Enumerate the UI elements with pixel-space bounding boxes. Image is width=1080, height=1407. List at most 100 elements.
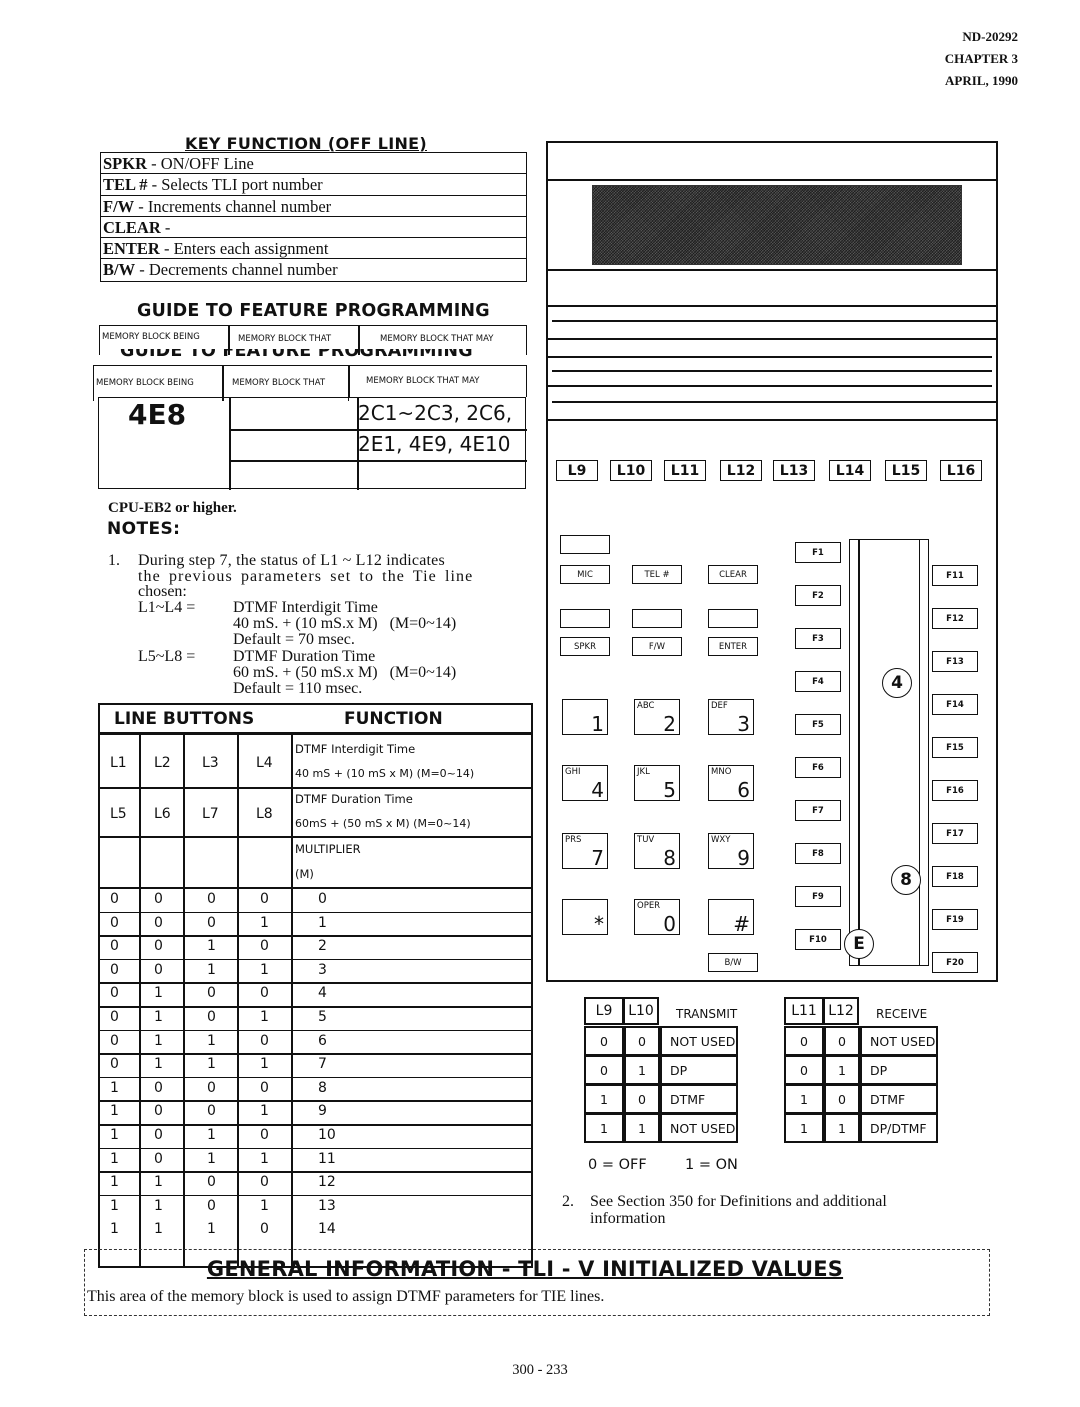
bit-cell: 0 — [784, 1026, 824, 1056]
note-line: See Section 350 for Definitions and addi… — [590, 1193, 887, 1210]
line-buttons-table: LINE BUTTONS FUNCTION L1 L2 L3 L4 DTMF I… — [98, 703, 533, 1268]
f-key-f10[interactable]: F10 — [795, 929, 841, 950]
line-key-l15[interactable]: L15 — [885, 460, 927, 481]
f-key-f11[interactable]: F11 — [932, 565, 978, 586]
l1-l4-line: 40 mS. + (10 mS.x M) (M=0~14) — [233, 615, 457, 632]
f-key-f3[interactable]: F3 — [795, 628, 841, 649]
f-key-f5[interactable]: F5 — [795, 714, 841, 735]
multiplier-bit: 1 — [154, 1032, 163, 1049]
doc-number: ND-20292 — [962, 29, 1018, 44]
dial-key[interactable]: GHI 4 — [562, 765, 608, 802]
general-info-title: GENERAL INFORMATION - TLI - V INITIALIZE… — [206, 1257, 844, 1281]
multiplier-bit: 1 — [207, 1056, 216, 1073]
f-key-f20[interactable]: F20 — [932, 952, 978, 973]
dial-key[interactable]: * — [562, 899, 608, 936]
f-key-f12[interactable]: F12 — [932, 608, 978, 629]
multiplier-value: 11 — [318, 1150, 336, 1167]
f-key-f14[interactable]: F14 — [932, 694, 978, 715]
mode-cell: NOT USED — [860, 1026, 938, 1056]
guide-title-duplicate: GUIDE TO FEATURE PROGRAMMING — [120, 349, 473, 358]
line-key-l9[interactable]: L9 — [556, 460, 598, 481]
function-text: MULTIPLIER — [295, 842, 361, 856]
f-key-f15[interactable]: F15 — [932, 737, 978, 758]
f-key-f7[interactable]: F7 — [795, 800, 841, 821]
f-key-f13[interactable]: F13 — [932, 651, 978, 672]
multiplier-bit: 0 — [154, 914, 163, 931]
f-key-f4[interactable]: F4 — [795, 671, 841, 692]
line-key-l14[interactable]: L14 — [829, 460, 871, 481]
multiplier-bit: 1 — [154, 1009, 163, 1025]
multiplier-value: 14 — [318, 1221, 336, 1238]
key-bw[interactable]: B/W — [708, 953, 758, 972]
note-number: 2. — [562, 1193, 574, 1210]
legend-off: 0 = OFF — [588, 1157, 647, 1173]
multiplier-value: 3 — [318, 961, 327, 978]
multiplier-value: 4 — [318, 985, 327, 1002]
line-key-l11[interactable]: L11 — [664, 460, 706, 481]
bit-cell: 0 — [824, 1026, 860, 1056]
line-key-l12[interactable]: L12 — [720, 460, 762, 481]
key-fw[interactable]: F/W — [632, 637, 682, 656]
multiplier-bit: 0 — [110, 938, 119, 955]
key-enter[interactable]: ENTER — [708, 637, 758, 656]
dial-key-number: 4 — [591, 778, 604, 802]
dial-key[interactable]: 1 — [562, 699, 608, 736]
f-key-f17[interactable]: F17 — [932, 823, 978, 844]
key-desc: - Selects TLI port number — [147, 175, 323, 195]
l1-l4-line: Default = 70 msec. — [233, 631, 355, 648]
key-tel[interactable]: TEL # — [632, 565, 682, 584]
bit-cell: 1 — [784, 1113, 824, 1143]
f-key-f8[interactable]: F8 — [795, 843, 841, 864]
l5-l8-label: L5~L8 = — [138, 648, 196, 665]
multiplier-bit: 0 — [260, 938, 269, 955]
table-header-cell: L12 — [823, 997, 859, 1025]
multiplier-bit: 1 — [154, 985, 163, 1002]
dial-key[interactable]: PRS 7 — [562, 833, 608, 870]
bit-cell: 1 — [824, 1113, 860, 1143]
f-key-f19[interactable]: F19 — [932, 909, 978, 930]
line-key-l13[interactable]: L13 — [773, 460, 815, 481]
bit-cell: 1 — [784, 1084, 824, 1114]
header-function: FUNCTION — [344, 709, 443, 729]
f-key-f1[interactable]: F1 — [795, 542, 841, 563]
f-key-f18[interactable]: F18 — [932, 866, 978, 887]
dial-key[interactable]: JKL 5 — [634, 765, 680, 802]
line-key-l10[interactable]: L10 — [610, 460, 652, 481]
multiplier-bit: 0 — [110, 914, 119, 931]
bit-cell: 1 — [824, 1055, 860, 1085]
key-function-row: TEL # - Selects TLI port number — [101, 174, 526, 196]
dial-key[interactable]: DEF 3 — [708, 699, 754, 736]
guide-header-may: MEMORY BLOCK THAT MAY — [349, 365, 527, 397]
dial-key[interactable]: ABC 2 — [634, 699, 680, 736]
line-button-label: L3 — [202, 755, 219, 771]
dial-key[interactable]: TUV 8 — [634, 833, 680, 870]
dial-key[interactable]: WXY 9 — [708, 833, 754, 870]
note-line: chosen: — [138, 583, 187, 600]
key-desc: - Enters each assignment — [159, 239, 329, 259]
multiplier-bit: 1 — [207, 1032, 216, 1049]
dial-key-letters: OPER — [637, 901, 661, 911]
key-mic[interactable]: MIC — [560, 565, 610, 584]
key-clear[interactable]: CLEAR — [708, 565, 758, 584]
dial-key[interactable]: MNO 6 — [708, 765, 754, 802]
f-key-f16[interactable]: F16 — [932, 780, 978, 801]
key-name: F/W — [103, 196, 135, 216]
bit-cell: 0 — [584, 1026, 624, 1056]
f-key-f2[interactable]: F2 — [795, 585, 841, 606]
mode-cell: DP — [860, 1055, 938, 1085]
key-function-row: CLEAR - — [101, 217, 526, 239]
bit-cell: 0 — [824, 1084, 860, 1114]
multiplier-bit: 0 — [260, 985, 269, 1002]
header-line-buttons: LINE BUTTONS — [114, 709, 255, 729]
f-key-f6[interactable]: F6 — [795, 757, 841, 778]
line-key-l16[interactable]: L16 — [940, 460, 982, 481]
f-key-f9[interactable]: F9 — [795, 886, 841, 907]
dial-key-number: 9 — [737, 846, 750, 870]
phone-keypad-diagram: L9 L10 L11 L12 L13 L14 L15 L16 MIC TEL # CLEAR SPKR… — [546, 141, 998, 982]
l5-l8-line: DTMF Duration Time — [233, 648, 376, 665]
dial-key[interactable]: # — [708, 899, 754, 936]
dial-key-letters: TUV — [637, 835, 655, 845]
dial-key[interactable]: OPER 0 — [634, 899, 680, 936]
key-spkr[interactable]: SPKR — [560, 637, 610, 656]
multiplier-bit: 0 — [110, 985, 119, 1002]
